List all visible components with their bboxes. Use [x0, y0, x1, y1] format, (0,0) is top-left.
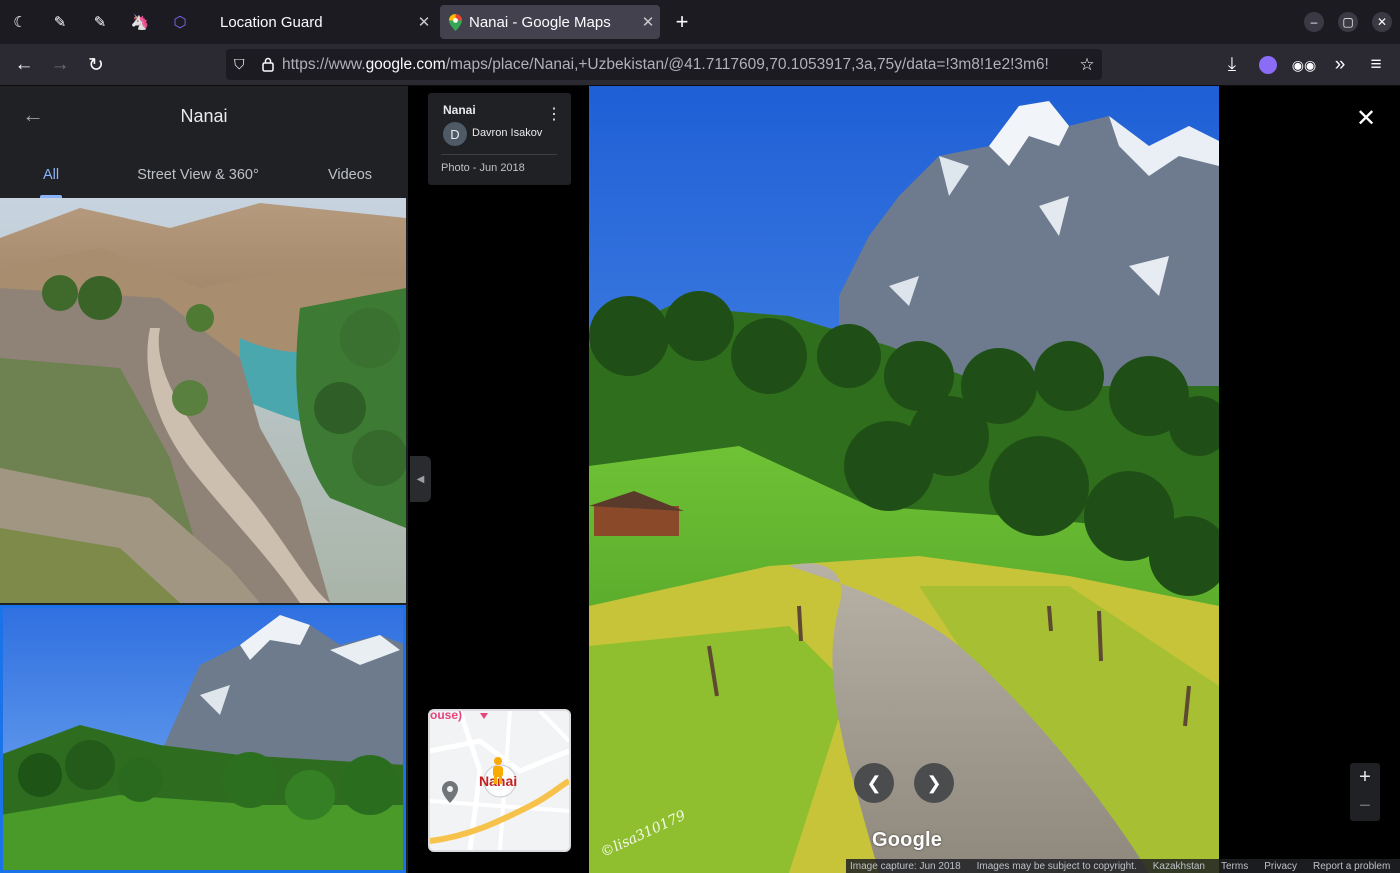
photo-thumbnail-mountain[interactable]	[0, 605, 406, 873]
copyright-notice: Images may be subject to copyright.	[976, 860, 1137, 872]
maximize-button[interactable]: ▢	[1338, 12, 1358, 32]
caret-left-icon: ◀	[416, 473, 425, 485]
shield-icon[interactable]: ⛉	[234, 56, 250, 73]
new-tab-button[interactable]: +	[668, 8, 696, 36]
close-viewer-button[interactable]: ✕	[1352, 104, 1380, 132]
pinned-tab-hexagon[interactable]: ⬡	[166, 8, 194, 36]
url-path: /maps/place/Nanai,+Uzbekistan/@41.711760…	[445, 55, 1049, 73]
panel-title: Nanai	[180, 105, 228, 126]
notes-icon: ✎	[53, 14, 67, 31]
country-label: Kazakhstan	[1152, 860, 1205, 872]
main-photo-image	[589, 86, 1219, 873]
author-name[interactable]: Davron Isakov	[472, 127, 542, 139]
notes-alt-icon: ✎	[93, 14, 107, 31]
close-window-button[interactable]: ✕	[1372, 12, 1392, 32]
hexagon-icon: ⬡	[173, 14, 187, 31]
minimize-button[interactable]: –	[1304, 12, 1324, 32]
chevron-left-icon: ❮	[866, 772, 882, 793]
tab-location-guard[interactable]: Location Guard ✕	[210, 5, 436, 39]
next-photo-button[interactable]: ❯	[914, 763, 954, 803]
panel-back-button[interactable]: ←	[18, 100, 48, 130]
terms-link[interactable]: Terms	[1221, 861, 1248, 872]
tab-google-maps[interactable]: Nanai - Google Maps ✕	[440, 5, 660, 39]
author-avatar[interactable]: D	[443, 122, 467, 146]
tab-label: Nanai - Google Maps	[469, 13, 611, 31]
arrow-left-icon: ←	[22, 102, 44, 127]
arrow-right-icon: →	[50, 54, 70, 75]
forward-button[interactable]: →	[46, 52, 74, 78]
close-tab-icon[interactable]: ✕	[636, 13, 660, 31]
viewer-footer: Image capture: Jun 2018 Images may be su…	[846, 859, 1400, 873]
pinned-tab-unicorn[interactable]: 🦄	[126, 8, 154, 36]
bookmark-star-icon[interactable]: ☆	[1072, 55, 1102, 75]
tab-all[interactable]: All	[20, 158, 82, 192]
extension-glasses-icon[interactable]: ◉◉	[1292, 56, 1316, 74]
pinned-tab-clock[interactable]: ☾	[6, 8, 34, 36]
pegman-icon[interactable]	[491, 757, 505, 785]
google-logo: Google	[872, 829, 943, 851]
previous-photo-button[interactable]: ❮	[854, 763, 894, 803]
close-icon: ✕	[1355, 104, 1377, 132]
lock-icon[interactable]	[262, 57, 274, 72]
chevron-right-icon: ❯	[926, 772, 942, 793]
zoom-out-button[interactable]: −	[1350, 792, 1380, 821]
report-problem-link[interactable]: Report a problem	[1313, 861, 1390, 872]
url-prefix: https://www.	[282, 55, 366, 73]
clock-icon: ☾	[13, 14, 27, 31]
info-divider	[441, 154, 557, 155]
download-icon: ⤓	[1227, 54, 1237, 75]
main-photo[interactable]	[589, 86, 1219, 873]
back-button[interactable]: ←	[10, 52, 38, 78]
url-text[interactable]: https://www.google.com/maps/place/Nanai,…	[282, 56, 1072, 74]
url-bar[interactable]: ⛉ https://www.google.com/maps/place/Nana…	[226, 49, 1102, 80]
downloads-button[interactable]: ⤓	[1218, 52, 1246, 78]
chevron-double-right-icon: »	[1334, 54, 1346, 75]
zoom-in-button[interactable]: +	[1350, 763, 1380, 792]
overflow-extensions-button[interactable]: »	[1326, 52, 1354, 78]
tab-street-view[interactable]: Street View & 360°	[124, 158, 272, 192]
photo-place-name[interactable]: Nanai	[443, 103, 476, 117]
tab-label: Location Guard	[220, 13, 323, 31]
photo-date: Photo - Jun 2018	[441, 162, 525, 174]
maps-pin-icon	[449, 13, 462, 31]
mini-map[interactable]: ouse) Nanai	[428, 709, 571, 852]
url-domain: google.com	[365, 55, 446, 73]
close-tab-icon[interactable]: ✕	[412, 13, 436, 31]
reload-icon: ↻	[88, 54, 104, 76]
pinned-tab-notes-alt[interactable]: ✎	[86, 8, 114, 36]
hamburger-icon: ≡	[1370, 54, 1382, 75]
more-options-button[interactable]: ⋮	[546, 103, 562, 125]
app-menu-button[interactable]: ≡	[1362, 52, 1390, 78]
mini-map-cut-label: ouse)	[430, 709, 463, 722]
arrow-left-icon: ←	[14, 54, 34, 75]
photo-thumbnail-canyon[interactable]	[0, 198, 406, 603]
vertical-dots-icon: ⋮	[546, 106, 562, 123]
canyon-photo	[0, 198, 406, 603]
pinned-tab-notes[interactable]: ✎	[46, 8, 74, 36]
image-capture-date: Image capture: Jun 2018	[850, 860, 961, 872]
unicorn-icon: 🦄	[130, 14, 150, 31]
collapse-panel-button[interactable]: ◀	[410, 456, 431, 502]
reload-button[interactable]: ↻	[82, 52, 110, 78]
tab-videos[interactable]: Videos	[310, 158, 390, 192]
extension-ghost-icon[interactable]	[1259, 56, 1277, 74]
privacy-link[interactable]: Privacy	[1264, 861, 1297, 872]
mountain-photo	[0, 605, 406, 873]
